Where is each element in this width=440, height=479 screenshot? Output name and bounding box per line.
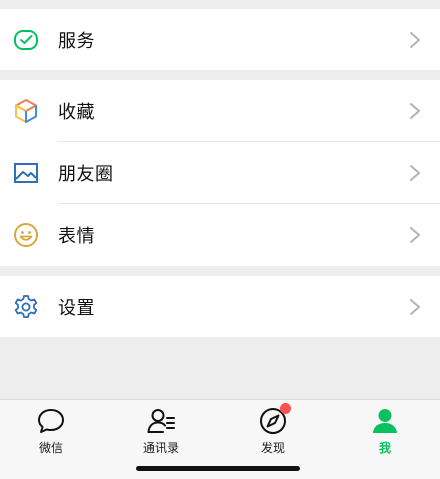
stickers-row[interactable]: 表情 xyxy=(0,204,440,266)
compass-icon xyxy=(258,403,291,436)
settings-group: 设置 xyxy=(0,276,440,337)
wechat-pay-icon xyxy=(13,27,39,53)
moments-label: 朋友圈 xyxy=(58,164,114,185)
tab-me-label: 我 xyxy=(378,441,391,455)
chat-bubble-icon xyxy=(36,406,66,436)
chevron-right-icon xyxy=(410,103,420,119)
settings-label: 设置 xyxy=(58,297,95,319)
tab-chats-label: 微信 xyxy=(38,441,63,455)
me-screen: 服务 收藏 朋友圈 表情 设置 微信 通讯录 发现 我 xyxy=(0,0,440,479)
chevron-right-icon xyxy=(410,31,420,48)
services-group: 服务 xyxy=(0,9,440,70)
image-icon xyxy=(13,160,39,186)
tab-discover-label: 发现 xyxy=(260,441,285,455)
home-indicator xyxy=(136,466,300,471)
chevron-right-icon xyxy=(410,165,420,181)
tab-chats[interactable]: 微信 xyxy=(0,406,106,462)
tab-discover[interactable]: 发现 xyxy=(218,403,328,462)
person-icon xyxy=(370,406,400,436)
notification-badge-dot xyxy=(280,403,291,414)
favorites-row[interactable]: 收藏 xyxy=(0,80,440,142)
tab-contacts[interactable]: 通讯录 xyxy=(106,406,216,462)
chevron-right-icon xyxy=(410,227,420,243)
chevron-right-icon xyxy=(410,298,420,315)
contacts-icon xyxy=(146,406,176,436)
settings-row[interactable]: 设置 xyxy=(0,276,440,337)
services-row[interactable]: 服务 xyxy=(0,9,440,70)
tab-contacts-label: 通讯录 xyxy=(142,441,179,455)
cube-icon xyxy=(13,98,39,124)
favorites-label: 收藏 xyxy=(58,102,95,123)
gear-icon xyxy=(13,294,39,320)
moments-row[interactable]: 朋友圈 xyxy=(0,142,440,204)
content-group: 收藏 朋友圈 表情 xyxy=(0,80,440,266)
tab-me[interactable]: 我 xyxy=(330,406,440,462)
stickers-label: 表情 xyxy=(58,226,95,247)
smiley-icon xyxy=(13,222,39,248)
services-label: 服务 xyxy=(58,30,95,52)
